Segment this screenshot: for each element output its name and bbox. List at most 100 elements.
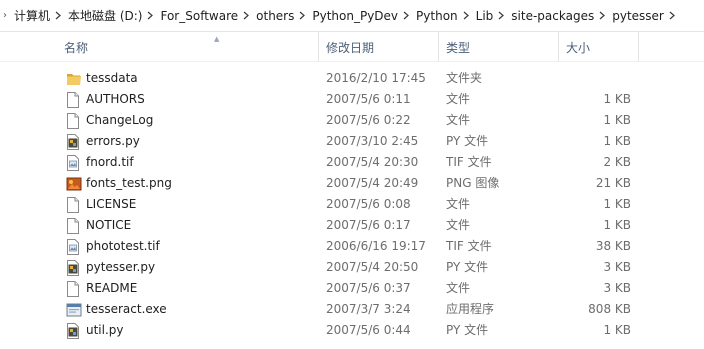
column-header-size[interactable]: 大小	[558, 32, 638, 62]
file-row[interactable]: NOTICE 2007/5/6 0:17 文件 1 KB	[0, 215, 704, 236]
file-name[interactable]: ChangeLog	[86, 110, 153, 131]
tif-file-icon	[66, 239, 80, 255]
file-row[interactable]: errors.py 2007/3/10 2:45 PY 文件 1 KB	[0, 131, 704, 152]
tif-file-icon	[66, 155, 80, 171]
file-size: 3 KB	[603, 281, 631, 295]
file-size: 1 KB	[603, 218, 631, 232]
file-size: 1 KB	[603, 92, 631, 106]
file-type: 文件	[446, 113, 471, 127]
chevron-right-icon[interactable]	[52, 0, 64, 32]
file-name[interactable]: phototest.tif	[86, 236, 160, 257]
file-type: 文件	[446, 281, 471, 295]
file-name[interactable]: NOTICE	[86, 215, 131, 236]
file-modified-date: 2007/5/6 0:11	[326, 92, 411, 106]
chevron-right-icon[interactable]	[400, 0, 412, 32]
file-size: 2 KB	[603, 155, 631, 169]
file-type: 文件夹	[446, 71, 483, 85]
file-size: 38 KB	[595, 239, 631, 253]
python-file-icon	[66, 323, 80, 339]
breadcrumb-item[interactable]: Python	[412, 0, 460, 32]
file-row[interactable]: README 2007/5/6 0:37 文件 3 KB	[0, 278, 704, 299]
file-modified-date: 2007/5/6 0:17	[326, 218, 411, 232]
chevron-right-icon[interactable]	[495, 0, 507, 32]
file-type: TIF 文件	[446, 239, 492, 253]
chevron-right-icon[interactable]	[240, 0, 252, 32]
file-modified-date: 2007/5/4 20:49	[326, 176, 419, 190]
file-name[interactable]: LICENSE	[86, 194, 136, 215]
column-header-type[interactable]: 类型	[438, 32, 558, 62]
chevron-right-icon[interactable]	[666, 0, 678, 32]
file-type: TIF 文件	[446, 155, 492, 169]
file-size: 21 KB	[595, 176, 631, 190]
breadcrumb-item[interactable]: For_Software	[156, 0, 240, 32]
chevron-right-icon[interactable]	[144, 0, 156, 32]
file-modified-date: 2007/3/10 2:45	[326, 134, 419, 148]
blank-file-icon	[66, 218, 80, 234]
file-list: tessdata 2016/2/10 17:45 文件夹 AUTHORS 2007/5/…	[0, 68, 704, 341]
file-name[interactable]: util.py	[86, 320, 124, 341]
breadcrumb: 计算机 本地磁盘 (D:) For_Software others Python_PyD…	[10, 0, 678, 32]
file-type: 文件	[446, 92, 471, 106]
blank-file-icon	[66, 92, 80, 108]
breadcrumb-item[interactable]: site-packages	[507, 0, 596, 32]
file-type: PY 文件	[446, 323, 489, 337]
file-row[interactable]: tessdata 2016/2/10 17:45 文件夹	[0, 68, 704, 89]
column-header-spacer	[638, 32, 704, 62]
file-type: PY 文件	[446, 260, 489, 274]
breadcrumb-item[interactable]: pytesser	[608, 0, 666, 32]
file-row[interactable]: pytesser.py 2007/5/4 20:50 PY 文件 3 KB	[0, 257, 704, 278]
file-size: 1 KB	[603, 134, 631, 148]
chevron-right-icon[interactable]	[596, 0, 608, 32]
column-header-row: ▲ 名称 修改日期 类型 大小	[0, 32, 704, 62]
file-name[interactable]: tessdata	[86, 68, 138, 89]
folder-icon	[66, 71, 81, 87]
breadcrumb-overflow-icon[interactable]: ›	[0, 0, 10, 32]
python-file-icon	[66, 134, 80, 150]
python-file-icon	[66, 260, 80, 276]
file-modified-date: 2006/6/16 19:17	[326, 239, 426, 253]
chevron-right-icon[interactable]	[460, 0, 472, 32]
breadcrumb-item[interactable]: Python_PyDev	[308, 0, 400, 32]
file-name[interactable]: fonts_test.png	[86, 173, 172, 194]
chevron-right-icon[interactable]	[296, 0, 308, 32]
file-modified-date: 2007/5/4 20:50	[326, 260, 419, 274]
file-row[interactable]: LICENSE 2007/5/6 0:08 文件 1 KB	[0, 194, 704, 215]
file-row[interactable]: phototest.tif 2006/6/16 19:17 TIF 文件 38 KB	[0, 236, 704, 257]
file-row[interactable]: tesseract.exe 2007/3/7 3:24 应用程序 808 KB	[0, 299, 704, 320]
file-modified-date: 2007/5/6 0:08	[326, 197, 411, 211]
breadcrumb-item[interactable]: 本地磁盘 (D:)	[64, 0, 144, 32]
file-type: 应用程序	[446, 302, 495, 316]
file-name[interactable]: errors.py	[86, 131, 140, 152]
file-row[interactable]: AUTHORS 2007/5/6 0:11 文件 1 KB	[0, 89, 704, 110]
file-modified-date: 2007/5/6 0:44	[326, 323, 411, 337]
breadcrumb-item[interactable]: Lib	[472, 0, 496, 32]
file-name[interactable]: AUTHORS	[86, 89, 145, 110]
file-type: PY 文件	[446, 134, 489, 148]
file-name[interactable]: fnord.tif	[86, 152, 134, 173]
file-name[interactable]: tesseract.exe	[86, 299, 167, 320]
file-modified-date: 2007/5/6 0:22	[326, 113, 411, 127]
file-name[interactable]: pytesser.py	[86, 257, 155, 278]
file-row[interactable]: fnord.tif 2007/5/4 20:30 TIF 文件 2 KB	[0, 152, 704, 173]
file-modified-date: 2016/2/10 17:45	[326, 71, 426, 85]
file-row[interactable]: ChangeLog 2007/5/6 0:22 文件 1 KB	[0, 110, 704, 131]
file-row[interactable]: fonts_test.png 2007/5/4 20:49 PNG 图像 21 KB	[0, 173, 704, 194]
file-modified-date: 2007/3/7 3:24	[326, 302, 411, 316]
file-row[interactable]: util.py 2007/5/6 0:44 PY 文件 1 KB	[0, 320, 704, 341]
png-file-icon	[66, 176, 82, 192]
address-bar[interactable]: › 计算机 本地磁盘 (D:) For_Software others Python_P…	[0, 0, 704, 32]
blank-file-icon	[66, 281, 80, 297]
file-size: 1 KB	[603, 113, 631, 127]
file-type: PNG 图像	[446, 176, 500, 190]
column-header-date[interactable]: 修改日期	[318, 32, 438, 62]
breadcrumb-item[interactable]: 计算机	[10, 0, 52, 32]
file-size: 1 KB	[603, 323, 631, 337]
file-size: 1 KB	[603, 197, 631, 211]
file-name[interactable]: README	[86, 278, 137, 299]
file-modified-date: 2007/5/4 20:30	[326, 155, 419, 169]
file-type: 文件	[446, 218, 471, 232]
file-size: 3 KB	[603, 260, 631, 274]
column-header-name[interactable]: 名称	[60, 32, 318, 62]
breadcrumb-item[interactable]: others	[252, 0, 296, 32]
file-size: 808 KB	[588, 302, 631, 316]
